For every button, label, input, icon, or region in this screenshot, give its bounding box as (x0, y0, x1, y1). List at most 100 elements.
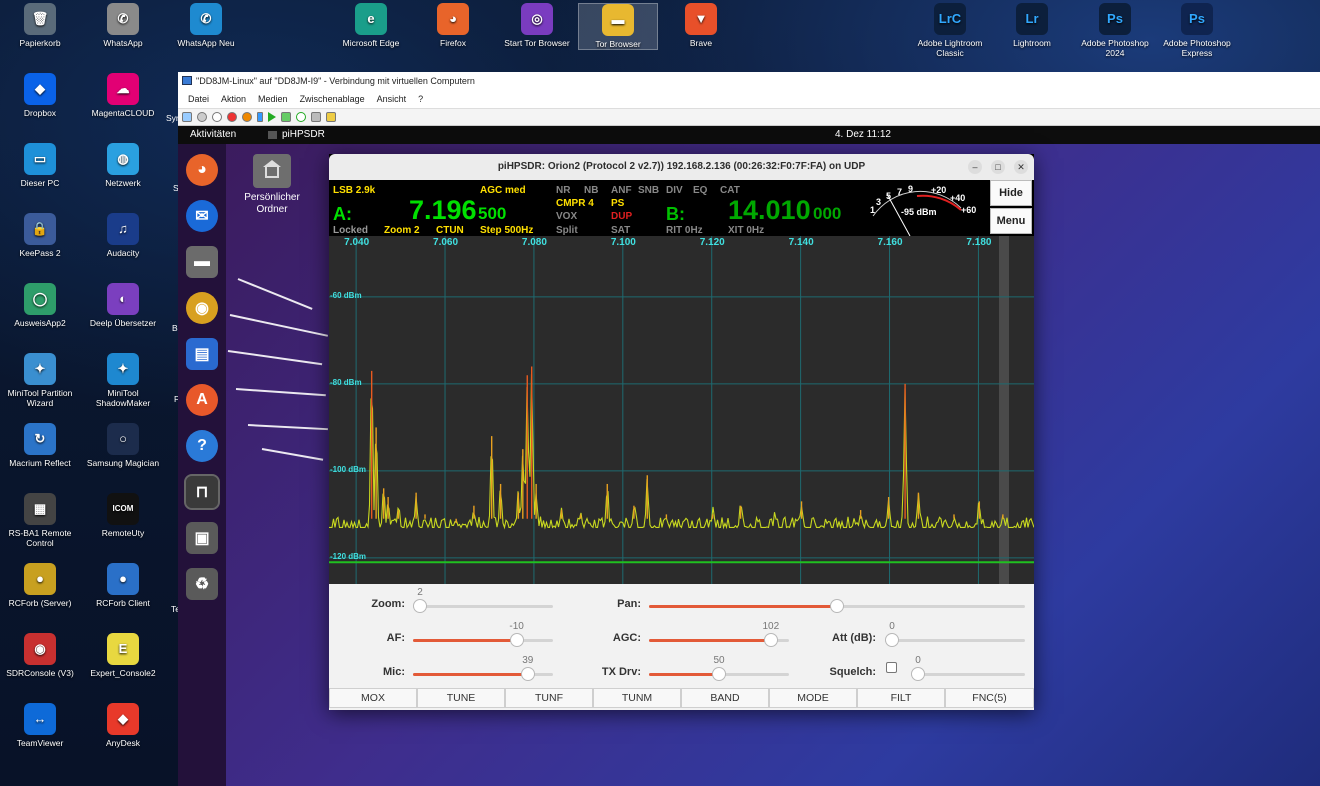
desktop-shortcut[interactable]: e Microsoft Edge (331, 3, 411, 48)
pause-icon[interactable] (257, 112, 263, 122)
shutdown-icon[interactable] (227, 112, 237, 122)
menu-help[interactable]: ? (418, 90, 423, 108)
save-icon[interactable]: ▣ (186, 522, 218, 554)
af-slider-knob[interactable] (509, 633, 524, 647)
menu-zwischenablage[interactable]: Zwischenablage (300, 90, 365, 108)
files-icon[interactable]: ▬ (186, 246, 218, 278)
vfo-b-frequency-hz[interactable]: 000 (813, 205, 841, 223)
vfo-a-frequency[interactable]: 7.196 (409, 196, 477, 224)
turn-off-icon[interactable] (212, 112, 222, 122)
button-band[interactable]: BAND (681, 688, 769, 708)
af-slider[interactable] (413, 633, 553, 647)
minimize-icon[interactable]: – (968, 160, 982, 174)
enhanced-session-icon[interactable] (311, 112, 321, 122)
desktop-shortcut[interactable]: ◍ Netzwerk (83, 143, 163, 188)
xit-status[interactable]: XIT 0Hz (728, 225, 764, 236)
att-slider-knob[interactable] (885, 633, 899, 647)
menu-datei[interactable]: Datei (188, 90, 209, 108)
vfo-a-frequency-hz[interactable]: 500 (478, 205, 506, 223)
vfo-panel[interactable]: LSB 2.9k AGC med A: 7.196 500 Locked Zoo… (329, 180, 1034, 236)
pan-slider-knob[interactable] (830, 599, 844, 613)
thunderbird-icon[interactable]: ✉ (186, 200, 218, 232)
play-icon[interactable] (268, 112, 276, 122)
menu-aktion[interactable]: Aktion (221, 90, 246, 108)
desktop-shortcut[interactable]: E Expert_Console2 (83, 633, 163, 678)
pihpsdr-title-bar[interactable]: piHPSDR: Orion2 (Protocol 2 v2.7)) 192.1… (329, 154, 1034, 180)
desktop-shortcut[interactable]: ● RCForb (Server) (0, 563, 80, 608)
desktop-shortcut[interactable]: ✦ MiniTool ShadowMaker (83, 353, 163, 408)
agc-slider-knob[interactable] (763, 633, 778, 647)
hide-button[interactable]: Hide (990, 180, 1032, 206)
desktop-shortcut[interactable]: ◆ Dropbox (0, 73, 80, 118)
desktop-shortcut[interactable]: ◎ Start Tor Browser (497, 3, 577, 48)
pan-slider[interactable] (649, 599, 1025, 613)
desktop-shortcut[interactable]: ● RCForb Client (83, 563, 163, 608)
squelch-enable-checkbox[interactable] (886, 662, 897, 673)
maximize-icon[interactable]: □ (991, 160, 1005, 174)
desktop-shortcut[interactable]: ○ Samsung Magician (83, 423, 163, 468)
desktop-shortcut[interactable]: ▼ Brave (661, 3, 741, 48)
desktop-shortcut[interactable]: ICOM RemoteUty (83, 493, 163, 538)
desktop-shortcut[interactable]: Ps Adobe Photoshop Express (1157, 3, 1237, 58)
menu-button[interactable]: Menu (990, 208, 1032, 234)
desktop-shortcut[interactable]: ▬ Tor Browser (578, 3, 658, 50)
rhythmbox-icon[interactable]: ◉ (186, 292, 218, 324)
firefox-icon[interactable]: ◕ (186, 154, 218, 186)
checkpoint-icon[interactable] (281, 112, 291, 122)
help-icon[interactable]: ? (186, 430, 218, 462)
pihpsdr-icon[interactable]: ⊓ (184, 474, 220, 510)
button-mox[interactable]: MOX (329, 688, 417, 708)
button-tunm[interactable]: TUNM (593, 688, 681, 708)
desktop-shortcut[interactable]: ▦ RS-BA1 Remote Control (0, 493, 80, 548)
clock[interactable]: 4. Dez 11:12 (835, 126, 891, 144)
writer-icon[interactable]: ▤ (186, 338, 218, 370)
agc-slider[interactable] (649, 633, 789, 647)
button-mode[interactable]: MODE (769, 688, 857, 708)
desktop-shortcut[interactable]: ◉ SDRConsole (V3) (0, 633, 80, 678)
desktop-shortcut[interactable]: ♫ Audacity (83, 213, 163, 258)
desktop-shortcut[interactable]: ☁ MagentaCLOUD (83, 73, 163, 118)
home-folder-desktop-item[interactable]: Persönlicher Ordner (238, 154, 306, 216)
ctrl-alt-del-icon[interactable] (182, 112, 192, 122)
desktop-shortcut[interactable]: 🔒 KeePass 2 (0, 213, 80, 258)
desktop-shortcut[interactable]: ▭ Dieser PC (0, 143, 80, 188)
menu-ansicht[interactable]: Ansicht (377, 90, 407, 108)
app-menu[interactable]: piHPSDR (282, 126, 325, 144)
button-tunf[interactable]: TUNF (505, 688, 593, 708)
menu-medien[interactable]: Medien (258, 90, 288, 108)
squelch-slider-knob[interactable] (911, 667, 925, 681)
desktop-shortcut[interactable]: LrC Adobe Lightroom Classic (910, 3, 990, 58)
tx-drive-slider-knob[interactable] (712, 667, 726, 681)
save-state-icon[interactable] (242, 112, 252, 122)
share-icon[interactable] (326, 112, 336, 122)
desktop-shortcut[interactable]: ✦ MiniTool Partition Wizard (0, 353, 80, 408)
close-icon[interactable]: ✕ (1014, 160, 1028, 174)
start-icon[interactable] (197, 112, 207, 122)
att-slider[interactable] (885, 633, 1025, 647)
software-icon[interactable]: A (186, 384, 218, 416)
mic-slider[interactable] (413, 667, 553, 681)
desktop-shortcut[interactable]: Ps Adobe Photoshop 2024 (1075, 3, 1155, 58)
mode-filter[interactable]: LSB 2.9k (333, 185, 375, 196)
trash-icon[interactable]: ♻ (186, 568, 218, 600)
desktop-shortcut[interactable]: ◐ Deelp Übersetzer (83, 283, 163, 328)
desktop-shortcut[interactable]: ◆ AnyDesk (83, 703, 163, 748)
desktop-shortcut[interactable]: ◕ Firefox (413, 3, 493, 48)
desktop-shortcut[interactable]: Lr Lightroom (992, 3, 1072, 48)
desktop-shortcut[interactable]: ✆ WhatsApp (83, 3, 163, 48)
button-filt[interactable]: FILT (857, 688, 945, 708)
desktop-shortcut[interactable]: ✆ WhatsApp Neu (166, 3, 246, 48)
zoom-slider[interactable] (413, 599, 553, 613)
squelch-slider[interactable] (911, 667, 1025, 681)
vfo-b-frequency[interactable]: 14.010 (728, 196, 811, 224)
mic-slider-knob[interactable] (520, 667, 535, 681)
hyperv-title-bar[interactable]: "DD8JM-Linux" auf "DD8JM-I9" - Verbindun… (178, 72, 1320, 90)
button-tune[interactable]: TUNE (417, 688, 505, 708)
desktop-shortcut[interactable]: 🗑 Papierkorb (0, 3, 80, 48)
revert-icon[interactable] (296, 112, 306, 122)
desktop-shortcut[interactable]: ↔ TeamViewer (0, 703, 80, 748)
desktop-shortcut[interactable]: ◯ AusweisApp2 (0, 283, 80, 328)
rit-status[interactable]: RIT 0Hz (666, 225, 703, 236)
panadapter-spectrum[interactable]: 7.040 7.060 7.080 7.100 7.120 7.140 7.160 7.180… (329, 236, 1034, 584)
desktop-shortcut[interactable]: ↻ Macrium Reflect (0, 423, 80, 468)
